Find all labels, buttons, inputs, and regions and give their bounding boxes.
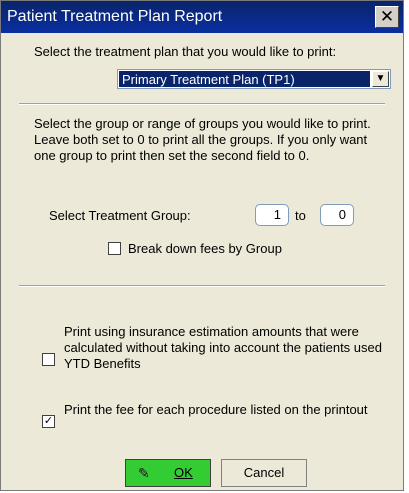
breakdown-fees-label: Break down fees by Group — [128, 241, 282, 256]
checkmark-icon: ✓ — [43, 415, 54, 427]
chevron-down-icon[interactable]: ▼ — [372, 71, 389, 87]
cancel-button[interactable]: Cancel — [221, 459, 307, 487]
title-bar[interactable]: Patient Treatment Plan Report ✕ — [1, 1, 403, 33]
group-instructions: Select the group or range of groups you … — [34, 116, 371, 163]
cancel-label: Cancel — [243, 465, 285, 480]
group-to-input[interactable]: 0 — [320, 204, 354, 226]
treatment-plan-selected: Primary Treatment Plan (TP1) — [119, 71, 370, 87]
ok-label: OK — [174, 465, 193, 480]
print-fee-label: Print the fee for each procedure listed … — [64, 402, 368, 417]
close-icon: ✕ — [379, 7, 395, 26]
ok-button[interactable]: ✎ OK — [125, 459, 211, 487]
plan-prompt: Select the treatment plan that you would… — [34, 44, 337, 59]
separator — [19, 103, 385, 105]
insurance-estimation-checkbox[interactable] — [42, 353, 55, 366]
separator — [19, 285, 385, 287]
treatment-plan-select[interactable]: Primary Treatment Plan (TP1) ▼ — [117, 69, 391, 89]
to-label: to — [295, 208, 306, 223]
insurance-estimation-label: Print using insurance estimation amounts… — [64, 324, 382, 371]
select-treatment-group-label: Select Treatment Group: — [49, 208, 191, 223]
breakdown-fees-checkbox[interactable] — [108, 242, 121, 255]
close-button[interactable]: ✕ — [375, 6, 399, 28]
group-from-input[interactable]: 1 — [255, 204, 289, 226]
print-fee-checkbox[interactable]: ✓ — [42, 415, 55, 428]
dialog-window: Patient Treatment Plan Report ✕ Select t… — [0, 0, 404, 491]
pen-icon: ✎ — [138, 465, 150, 481]
dialog-title: Patient Treatment Plan Report — [7, 8, 223, 25]
